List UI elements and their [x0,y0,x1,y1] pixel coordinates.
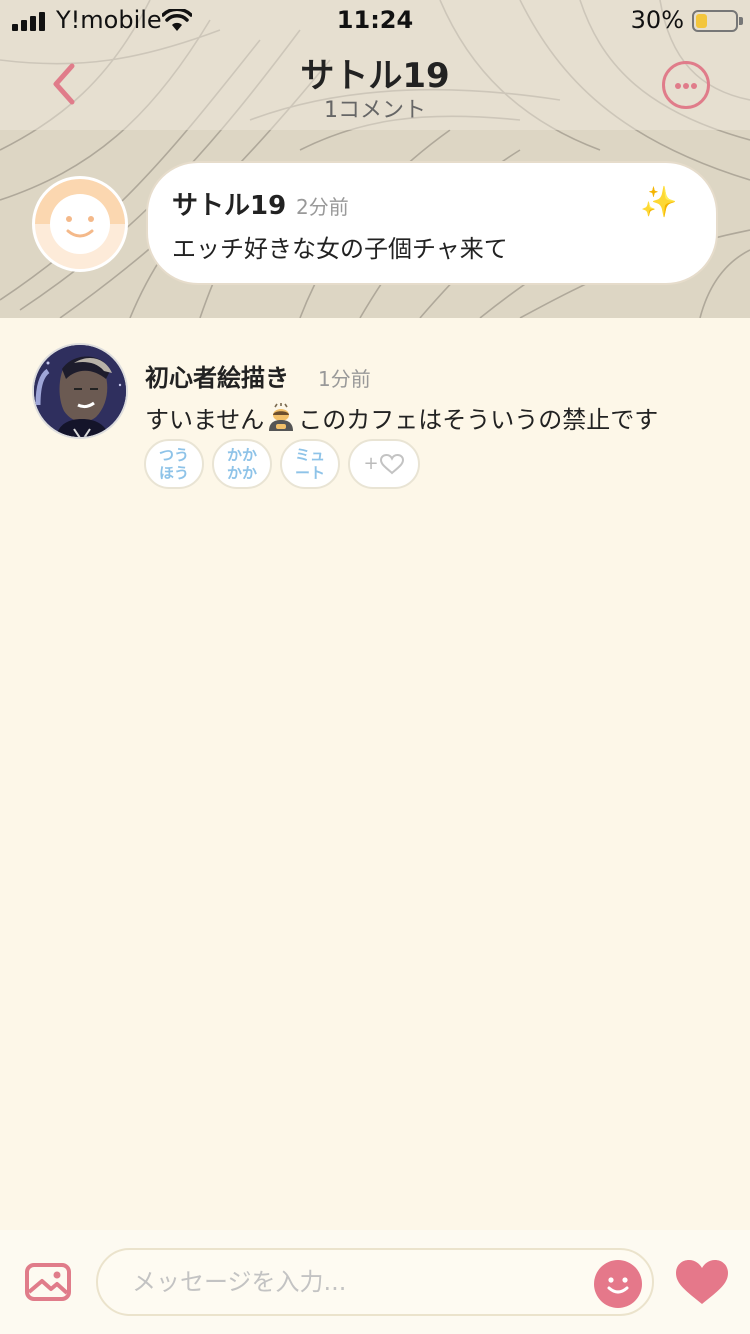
message-input[interactable]: メッセージを入力... [96,1248,654,1316]
comment-text-part-1: すいません [145,406,265,434]
screen: Y!mobile 11:24 30% サトル19 1コメント サトル19 2分前… [0,0,750,1334]
comment-author-avatar[interactable] [32,343,128,439]
thread-title: サトル19 [300,56,450,96]
like-button[interactable] [674,1258,730,1310]
more-dot [683,83,689,89]
mute-button[interactable]: ミュ ート [280,439,340,489]
battery-icon [692,10,743,32]
add-like-button[interactable]: + [348,439,420,489]
report-button[interactable]: つう ほう [144,439,204,489]
kakaka-label-line-2: かか [226,464,257,482]
message-compose-bar: メッセージを入力... [0,1230,750,1334]
post-text: エッチ好きな女の子個チャ来て [172,235,508,263]
more-dot [691,83,697,89]
bowing-person-icon [266,402,296,438]
comment-count: 1コメント [324,98,426,123]
comment-text-part-2: このカフェはそういうの禁止です [298,406,659,434]
mute-label-line-2: ート [294,464,325,482]
message-input-placeholder: メッセージを入力... [132,1268,347,1296]
heart-icon [676,1260,728,1304]
user-drawing-avatar-icon [34,345,126,437]
comment-text: すいません このカフェはそういうの禁止です [145,400,658,438]
post-bubble: サトル19 2分前 ✨ エッチ好きな女の子個チャ来て [146,161,718,285]
comment-timestamp: 1分前 [318,367,371,391]
comment-author-name: 初心者絵描き [145,364,289,392]
more-options-button[interactable] [662,61,710,109]
battery-level-fill [696,14,707,28]
kakaka-button[interactable]: かか かか [212,439,272,489]
post-timestamp: 2分前 [296,195,349,219]
kakaka-label-line-1: かか [226,446,257,464]
attach-image-button[interactable] [24,1262,72,1306]
post-author-avatar[interactable] [32,176,128,272]
emoji-button[interactable] [594,1260,642,1308]
battery-tip [739,17,743,25]
heart-outline-icon [379,453,404,475]
status-bar: Y!mobile 11:24 30% [0,0,750,40]
smile-icon [607,1277,629,1294]
mute-label-line-1: ミュ [294,446,325,464]
image-icon [25,1263,71,1301]
more-dots-icon [675,83,681,89]
report-label-line-2: ほう [158,464,189,482]
sparkle-icon: ✨ [640,185,678,220]
like-plus-label: + [363,453,379,474]
battery-percent: 30% [630,6,684,34]
post-author-name: サトル19 [172,191,287,221]
report-label-line-1: つう [158,446,189,464]
